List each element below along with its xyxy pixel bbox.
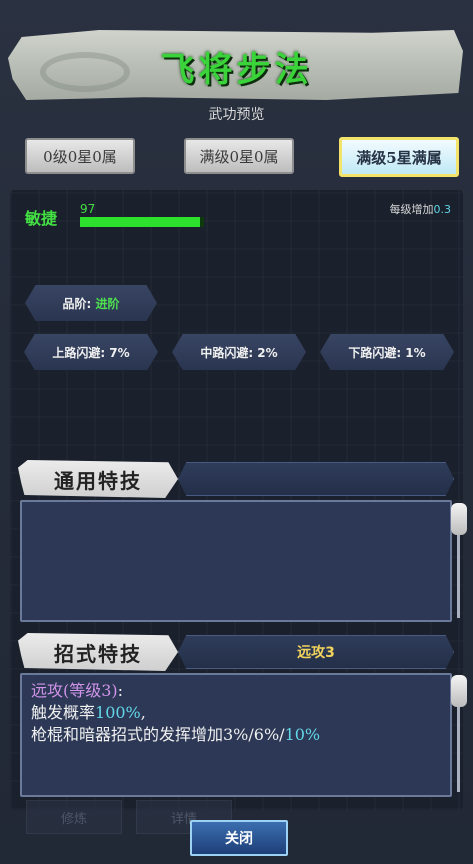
move-section-tab[interactable]: 远攻3: [178, 635, 454, 669]
skill-name-line: 远攻(等级3):: [31, 680, 451, 702]
move-section-title: 招式特技: [18, 633, 178, 671]
dodge-middle: 中路闪避: 2%: [172, 334, 306, 370]
page-subtitle: 武功预览: [208, 107, 265, 123]
dodge-upper: 上路闪避: 7%: [24, 334, 158, 370]
skill-preview-panel: 飞将步法 武功预览 0级0星0属 满级0星0属 满级5星满属 敏捷 97 每级增…: [0, 0, 473, 864]
stat-bar-fill: [80, 217, 201, 227]
general-section-tab: [178, 462, 454, 496]
grade-value: 进阶: [95, 296, 120, 311]
general-skill-box: [20, 500, 452, 622]
growth-label: 每级增加: [389, 203, 434, 216]
tab-max-level[interactable]: 满级0星0属: [184, 138, 294, 174]
stat-name: 敏捷: [25, 209, 58, 228]
train-button: 修炼: [26, 800, 122, 834]
growth-value: 0.3: [433, 203, 452, 216]
effect-label: 枪棍和暗器招式的发挥增加3%/6%/: [31, 725, 285, 744]
general-section-title: 通用特技: [18, 460, 178, 498]
tab-max-full[interactable]: 满级5星满属: [339, 137, 459, 177]
trigger-suffix: ,: [140, 703, 146, 722]
tab-level0[interactable]: 0级0星0属: [25, 138, 135, 174]
general-scroll-handle[interactable]: [451, 503, 467, 535]
skill-colon: :: [117, 681, 124, 700]
trigger-line: 触发概率100%,: [31, 702, 451, 724]
stat-value: 97: [80, 202, 96, 216]
skill-name: 远攻(等级3): [31, 681, 118, 700]
effect-line: 枪棍和暗器招式的发挥增加3%/6%/10%: [31, 724, 451, 746]
effect-value: 10%: [284, 725, 321, 744]
close-button[interactable]: 关闭: [190, 820, 288, 856]
trigger-value: 100%: [95, 703, 141, 722]
stat-bar-track: [80, 217, 204, 227]
page-title: 飞将步法: [160, 50, 313, 90]
grade-pill: 品阶: 进阶: [25, 285, 157, 321]
move-scroll-handle[interactable]: [451, 675, 467, 707]
growth-info: 每级增加0.3: [390, 201, 452, 217]
move-skill-description: 远攻(等级3): 触发概率100%, 枪棍和暗器招式的发挥增加3%/6%/10%: [31, 680, 451, 746]
grade-label: 品阶:: [62, 296, 92, 311]
dodge-lower: 下路闪避: 1%: [320, 334, 454, 370]
trigger-label: 触发概率: [31, 703, 96, 722]
